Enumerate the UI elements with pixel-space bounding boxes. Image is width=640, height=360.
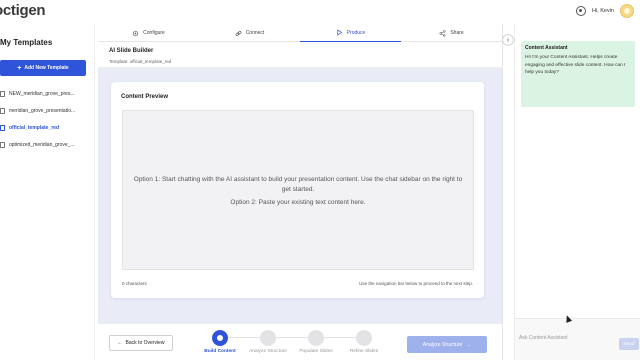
main-tab-bar: Configure Connect Produce Share — [98, 24, 502, 42]
step-indicator — [260, 330, 276, 346]
step-indicator — [356, 330, 372, 346]
link-icon — [235, 30, 242, 36]
assistant-name: Content Assistant — [525, 45, 568, 51]
document-icon — [0, 142, 5, 148]
option-1-hint: Option 1: Start chatting with the AI ass… — [133, 176, 463, 193]
template-item[interactable]: NEW_meridian_grove_pres... — [0, 88, 92, 100]
back-to-overview-button[interactable]: ← Back to Overview — [109, 335, 173, 351]
tab-configure-label: Configure — [143, 30, 165, 36]
tab-connect-label: Connect — [245, 30, 265, 36]
step-build-content[interactable]: Build Content — [196, 330, 244, 354]
plus-icon: + — [17, 64, 22, 72]
sidebar-title: My Templates — [0, 38, 53, 47]
step-indicator — [212, 330, 228, 346]
template-item-label: official_template_red — [9, 125, 60, 131]
templates-sidebar: My Templates + Add New Template NEW_meri… — [0, 24, 95, 360]
send-button[interactable]: Send — [619, 338, 639, 350]
step-refine-slides[interactable]: Refine Slides — [340, 330, 388, 354]
content-preview-title: Content Preview — [121, 94, 169, 100]
user-greeting: Hi, Kevin — [591, 8, 614, 14]
template-item[interactable]: meridian_grove_presentatio... — [0, 105, 92, 117]
assistant-message-text: Hi! I'm your Content Assistant. Helps cr… — [525, 55, 626, 75]
assistant-message: Content Assistant Hi! I'm your Content A… — [521, 41, 635, 107]
gear-icon — [132, 30, 139, 36]
builder-template-name: Template: official_template_red — [109, 59, 172, 64]
send-label: Send — [623, 341, 635, 347]
user-avatar[interactable] — [620, 4, 634, 18]
logo-text: octigen — [0, 2, 46, 19]
tab-share-label: Share — [450, 30, 464, 36]
chat-input-area: Send — [515, 318, 640, 360]
step-label: Populate Slides — [299, 349, 333, 354]
builder-header: AI Slide Builder Template: official_temp… — [98, 42, 502, 68]
content-preview-card: Content Preview Option 1: Start chatting… — [111, 82, 484, 298]
chat-input[interactable] — [519, 323, 613, 353]
tab-connect[interactable]: Connect — [199, 24, 300, 42]
template-item[interactable]: optimized_meridian_grove_... — [0, 139, 92, 151]
add-new-template-label: Add New Template — [24, 65, 69, 71]
top-bar: octigen Hi, Kevin — [0, 0, 640, 24]
analyze-structure-label: Analyze Structure — [422, 341, 463, 348]
workspace: Content Preview Option 1: Start chatting… — [98, 68, 502, 323]
tab-produce-label: Produce — [346, 29, 366, 36]
document-icon — [0, 91, 5, 97]
arrow-right-icon: → — [466, 341, 472, 348]
collapse-chat-button[interactable]: ‹ — [502, 34, 514, 46]
back-to-overview-label: Back to Overview — [125, 340, 165, 346]
user-area: Hi, Kevin — [575, 4, 634, 18]
panel-divider — [502, 24, 503, 360]
app-logo[interactable]: octigen — [0, 2, 46, 19]
template-item-label: NEW_meridian_grove_pres... — [9, 91, 75, 97]
chat-sidebar: Content Assistant Hi! I'm your Content A… — [514, 24, 640, 360]
template-item-active[interactable]: official_template_red — [0, 122, 92, 134]
user-icon[interactable] — [575, 6, 586, 16]
step-label: Refine Slides — [349, 349, 379, 354]
navigation-hint: Use the navigation bar below to proceed … — [359, 281, 473, 286]
document-icon — [0, 108, 5, 114]
step-navigation-bar: ← Back to Overview Build Content Analyze… — [98, 323, 502, 360]
play-icon — [337, 29, 342, 36]
character-count: 0 characters — [122, 281, 147, 286]
step-label: Analyze Structure — [249, 349, 287, 354]
step-analyze-structure[interactable]: Analyze Structure — [244, 330, 292, 354]
option-2-hint: Option 2: Paste your existing text conte… — [230, 199, 366, 206]
tab-share[interactable]: Share — [401, 24, 502, 42]
share-icon — [439, 29, 446, 37]
document-icon — [0, 125, 5, 131]
content-preview-textarea[interactable]: Option 1: Start chatting with the AI ass… — [122, 110, 474, 270]
chevron-left-icon: ‹ — [506, 36, 510, 44]
template-item-label: optimized_meridian_grove_... — [9, 142, 75, 148]
step-populate-slides[interactable]: Populate Slides — [292, 330, 340, 354]
template-item-label: meridian_grove_presentatio... — [9, 108, 76, 114]
arrow-left-icon: ← — [117, 340, 123, 346]
tab-configure[interactable]: Configure — [98, 24, 199, 42]
analyze-structure-button[interactable]: Analyze Structure → — [407, 336, 487, 353]
tab-produce[interactable]: Produce — [300, 24, 401, 42]
step-indicator — [308, 330, 324, 346]
builder-title: AI Slide Builder — [109, 48, 154, 54]
step-label: Build Content — [204, 349, 236, 354]
add-new-template-button[interactable]: + Add New Template — [0, 60, 86, 76]
